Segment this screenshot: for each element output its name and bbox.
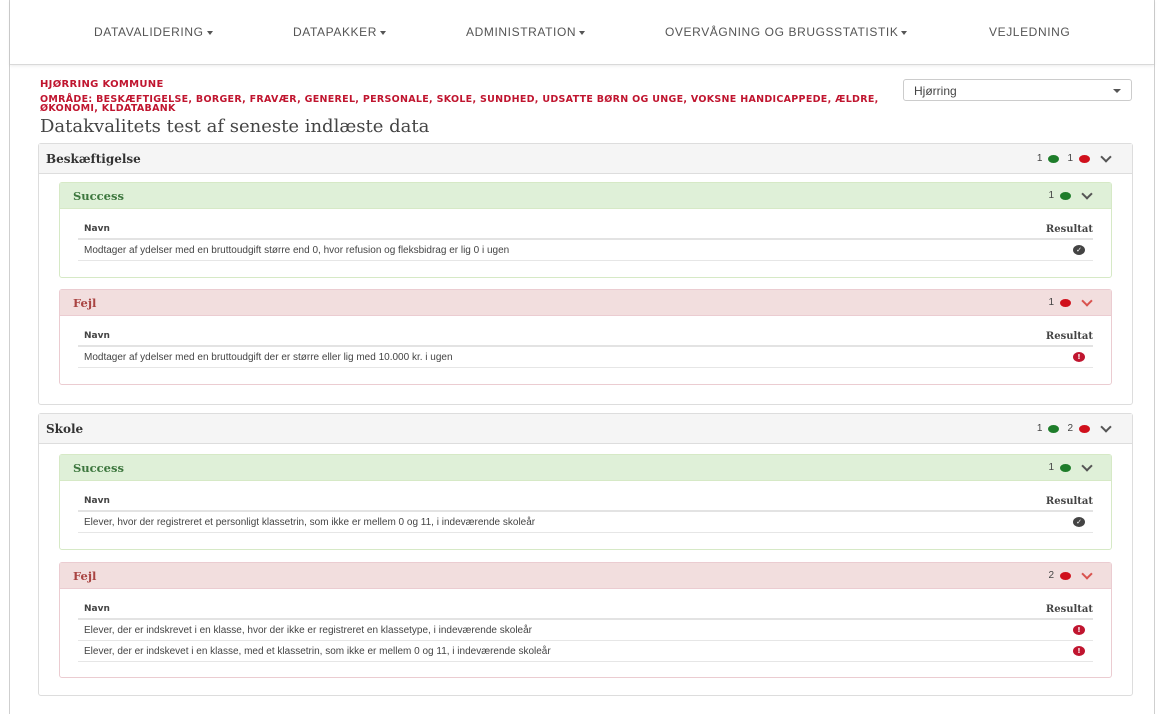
table-row: Modtager af ydelser med en bruttoudgift … [78,240,1093,261]
success-section: Success 1 Navn Resultat Elever, hvor der… [59,454,1112,550]
success-counts: 1 [1048,187,1093,201]
chevron-down-icon[interactable] [1100,420,1112,433]
nav-label: DATAVALIDERING [94,25,204,39]
panel-counts: 1 1 [1036,150,1112,164]
table-header: Navn Resultat [78,599,1093,620]
success-dot-icon [1060,463,1071,472]
success-count: 1 [1036,153,1043,164]
test-name: Elever, der er indskevet i en klasse, me… [84,646,551,657]
chevron-down-icon[interactable] [1081,294,1093,307]
fail-count: 2 [1048,570,1054,581]
fail-count: 1 [1048,297,1054,308]
fail-count: 1 [1067,153,1073,164]
nav-label: OVERVÅGNING OG BRUGSSTATISTIK [665,25,899,39]
fail-title: Fejl [73,296,97,310]
column-name: Navn [84,224,110,234]
column-name: Navn [84,604,110,614]
success-count: 1 [1048,462,1054,473]
error-dot-icon [1060,571,1071,580]
success-title: Success [73,189,124,203]
test-name: Modtager af ydelser med en bruttoudgift … [84,245,510,256]
top-navbar: DATAVALIDERING DATAPAKKER ADMINISTRATION… [10,0,1154,65]
fail-counts: 1 [1048,294,1093,308]
error-dot-icon [1079,424,1090,433]
success-section: Success 1 Navn Resultat Modtager af ydel… [59,182,1112,278]
nav-administration[interactable]: ADMINISTRATION [466,25,586,39]
caret-down-icon [1113,89,1121,93]
column-result: Resultat [1045,496,1093,507]
panel-header[interactable]: Beskæftigelse 1 1 [39,144,1132,174]
error-dot-icon [1060,298,1071,307]
chevron-down-icon[interactable] [1081,567,1093,580]
error-circle-icon: ! [1073,646,1085,656]
panel-title: Skole [46,422,84,436]
table-header: Navn Resultat [78,326,1093,347]
page-frame-right [1154,0,1164,714]
error-dot-icon [1079,154,1090,163]
panel-skole: Skole 1 2 Success 1 Navn Resultat Elever… [38,413,1133,696]
fail-counts: 2 [1048,567,1093,581]
table-row: Modtager af ydelser med en bruttoudgift … [78,347,1093,368]
table-header: Navn Resultat [78,491,1093,512]
error-circle-icon: ! [1073,625,1085,635]
fail-header[interactable]: Fejl 2 [60,563,1111,589]
nav-label: DATAPAKKER [293,25,378,39]
success-count: 1 [1036,423,1043,434]
nav-datapakker[interactable]: DATAPAKKER [293,25,387,39]
column-result: Resultat [1045,224,1093,235]
municipality-select[interactable]: Hjørring [903,79,1132,101]
caret-down-icon [901,30,908,35]
success-dot-icon [1060,191,1071,200]
panel-title: Beskæftigelse [46,152,141,166]
check-circle-icon: ✓ [1073,245,1085,255]
chevron-down-icon[interactable] [1100,150,1112,163]
chevron-down-icon[interactable] [1081,187,1093,200]
panel-counts: 1 2 [1036,420,1112,434]
test-name: Elever, der er indskrevet i en klasse, h… [84,625,532,636]
column-name: Navn [84,496,110,506]
success-title: Success [73,461,124,475]
panel-header[interactable]: Skole 1 2 [39,414,1132,444]
success-dot-icon [1048,424,1060,433]
area-list: OMRÅDE: BESKÆFTIGELSE, BORGER, FRAVÆR, G… [40,94,879,114]
column-name: Navn [84,331,110,341]
nav-label: ADMINISTRATION [466,25,577,39]
table-row: Elever, hvor der registreret et personli… [78,512,1093,533]
fail-count: 2 [1067,423,1073,434]
table-header: Navn Resultat [78,219,1093,240]
test-name: Elever, hvor der registreret et personli… [84,517,536,528]
caret-down-icon [579,30,586,35]
nav-datavalidering[interactable]: DATAVALIDERING [94,25,213,39]
fail-section: Fejl 2 Navn Resultat Elever, der er inds… [59,562,1112,678]
test-name: Modtager af ydelser med en bruttoudgift … [84,352,453,363]
nav-vejledning[interactable]: VEJLEDNING [989,25,1070,39]
table-row: Elever, der er indskrevet i en klasse, h… [78,620,1093,641]
panel-beskaeftigelse: Beskæftigelse 1 1 Success 1 Navn Resulta… [38,143,1133,405]
table-row: Elever, der er indskevet i en klasse, me… [78,641,1093,662]
nav-label: VEJLEDNING [989,25,1071,39]
success-counts: 1 [1048,459,1093,473]
page-frame-left [0,0,10,714]
municipality-select-value: Hjørring [914,84,957,98]
column-result: Resultat [1045,604,1093,615]
check-circle-icon: ✓ [1073,517,1085,527]
page-title: Datakvalitets test af seneste indlæste d… [40,116,430,137]
nav-overvaagning[interactable]: OVERVÅGNING OG BRUGSSTATISTIK [665,25,908,39]
caret-down-icon [206,30,213,35]
fail-title: Fejl [73,569,97,583]
success-dot-icon [1048,154,1060,163]
fail-header[interactable]: Fejl 1 [60,290,1111,316]
column-result: Resultat [1045,331,1093,342]
success-count: 1 [1048,190,1054,201]
organization-name: HJØRRING KOMMUNE [40,79,164,90]
success-header[interactable]: Success 1 [60,183,1111,209]
chevron-down-icon[interactable] [1081,459,1093,472]
fail-section: Fejl 1 Navn Resultat Modtager af ydelser… [59,289,1112,385]
success-header[interactable]: Success 1 [60,455,1111,481]
error-circle-icon: ! [1073,352,1085,362]
caret-down-icon [380,30,387,35]
